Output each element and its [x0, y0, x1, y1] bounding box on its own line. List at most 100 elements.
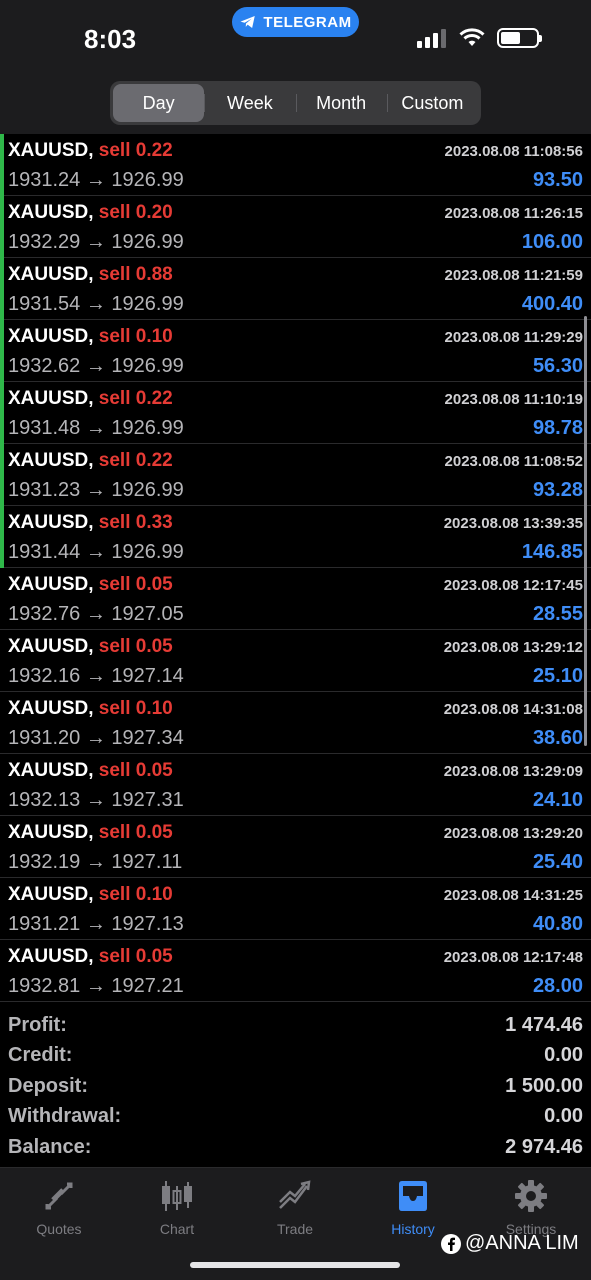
trade-prices: 1932.16 → 1927.14 [8, 665, 184, 687]
symbol-text: XAUUSD, [8, 202, 94, 223]
trade-time: 2023.08.08 12:17:45 [443, 577, 583, 594]
trade-prices: 1932.29 → 1926.99 [8, 231, 184, 253]
trade-row[interactable]: XAUUSD, sell 0.22 1931.24 → 1926.99 2023.0… [0, 134, 591, 196]
trade-time: 2023.08.08 14:31:25 [443, 887, 583, 904]
tab-chart-label: Chart [159, 1221, 195, 1237]
trade-prices: 1931.48 → 1926.99 [8, 417, 184, 439]
trade-row[interactable]: XAUUSD, sell 0.05 1932.81 → 1927.21 2023.0… [0, 940, 591, 1002]
telegram-icon [240, 16, 256, 28]
trade-prices: 1931.44 → 1926.99 [8, 541, 184, 563]
trade-profit: 28.55 [532, 603, 583, 625]
trade-profit: 146.85 [521, 541, 583, 563]
trade-side: sell 0.22 [98, 388, 173, 409]
tab-chart[interactable]: Chart [122, 1178, 232, 1237]
tab-history-label: History [391, 1221, 435, 1237]
symbol-text: XAUUSD, [8, 388, 94, 409]
summary-value: 0.00 [544, 1105, 583, 1128]
watermark-text: @ANNA LIM [465, 1232, 579, 1254]
summary-row: Balance: 2 974.46 [0, 1132, 591, 1163]
trade-row[interactable]: XAUUSD, sell 0.10 1932.62 → 1926.99 2023.0… [0, 320, 591, 382]
summary-label: Deposit: [8, 1074, 88, 1097]
tab-history[interactable]: History [358, 1178, 468, 1237]
symbol-text: XAUUSD, [8, 574, 94, 595]
row-highlight-bar [0, 382, 4, 444]
trade-symbol: XAUUSD, sell 0.20 [8, 202, 173, 224]
summary-label: Balance: [8, 1135, 92, 1158]
trade-row[interactable]: XAUUSD, sell 0.05 1932.16 → 1927.14 2023.0… [0, 630, 591, 692]
symbol-text: XAUUSD, [8, 450, 94, 471]
telegram-return-pill[interactable]: TELEGRAM [232, 7, 359, 37]
trade-time: 2023.08.08 11:08:52 [444, 453, 583, 470]
summary-value: 1 474.46 [505, 1013, 583, 1036]
wifi-icon [459, 28, 485, 46]
trade-side: sell 0.22 [98, 140, 173, 161]
tab-day[interactable]: Day [113, 84, 205, 122]
trade-row[interactable]: XAUUSD, sell 0.22 1931.23 → 1926.99 2023.0… [0, 444, 591, 506]
symbol-text: XAUUSD, [8, 760, 94, 781]
home-indicator[interactable] [190, 1262, 400, 1268]
trade-profit: 25.40 [532, 851, 583, 873]
trade-symbol: XAUUSD, sell 0.05 [8, 822, 173, 844]
trade-prices: 1931.24 → 1926.99 [8, 169, 184, 191]
trade-profit: 56.30 [532, 355, 583, 377]
trade-time: 2023.08.08 12:17:48 [443, 949, 583, 966]
symbol-text: XAUUSD, [8, 140, 94, 161]
row-highlight-bar [0, 134, 4, 196]
trade-time: 2023.08.08 13:39:35 [443, 515, 583, 532]
row-highlight-bar [0, 320, 4, 382]
trade-side: sell 0.10 [98, 698, 173, 719]
trade-row[interactable]: XAUUSD, sell 0.20 1932.29 → 1926.99 2023.0… [0, 196, 591, 258]
trade-symbol: XAUUSD, sell 0.33 [8, 512, 173, 534]
trade-side: sell 0.05 [98, 760, 173, 781]
signal-icon [417, 29, 446, 48]
trade-row[interactable]: XAUUSD, sell 0.22 1931.48 → 1926.99 2023.0… [0, 382, 591, 444]
trade-time: 2023.08.08 11:10:19 [444, 391, 583, 408]
trade-side: sell 0.20 [98, 202, 173, 223]
symbol-text: XAUUSD, [8, 884, 94, 905]
scrollbar[interactable] [584, 316, 587, 746]
row-highlight-bar [0, 196, 4, 258]
tab-month[interactable]: Month [295, 84, 387, 122]
history-inbox-icon [399, 1181, 427, 1211]
tab-settings[interactable]: Settings [476, 1178, 586, 1237]
trade-profit: 106.00 [521, 231, 583, 253]
trade-side: sell 0.10 [98, 884, 173, 905]
trade-symbol: XAUUSD, sell 0.05 [8, 946, 173, 968]
status-time: 8:03 [84, 24, 137, 54]
trade-row[interactable]: XAUUSD, sell 0.05 1932.19 → 1927.11 2023.0… [0, 816, 591, 878]
trade-symbol: XAUUSD, sell 0.05 [8, 636, 173, 658]
status-bar: 8:03 TELEGRAM Day Week Month Custom [0, 0, 591, 134]
summary-value: 1 500.00 [505, 1074, 583, 1097]
trade-profit: 40.80 [532, 913, 583, 935]
tab-quotes[interactable]: Quotes [4, 1178, 114, 1237]
row-highlight-bar [0, 258, 4, 320]
trade-row[interactable]: XAUUSD, sell 0.88 1931.54 → 1926.99 2023.0… [0, 258, 591, 320]
trade-row[interactable]: XAUUSD, sell 0.10 1931.21 → 1927.13 2023.0… [0, 878, 591, 940]
trade-time: 2023.08.08 14:31:08 [443, 701, 583, 718]
trade-row[interactable]: XAUUSD, sell 0.05 1932.76 → 1927.05 2023.0… [0, 568, 591, 630]
summary-row: Deposit: 1 500.00 [0, 1071, 591, 1102]
trade-prices: 1931.23 → 1926.99 [8, 479, 184, 501]
summary-row: Profit: 1 474.46 [0, 1010, 591, 1041]
trade-symbol: XAUUSD, sell 0.10 [8, 698, 173, 720]
trade-profit: 24.10 [532, 789, 583, 811]
tab-custom[interactable]: Custom [386, 84, 478, 122]
trade-history-list: XAUUSD, sell 0.22 1931.24 → 1926.99 2023.0… [0, 134, 591, 1002]
trade-row[interactable]: XAUUSD, sell 0.10 1931.20 → 1927.34 2023.0… [0, 692, 591, 754]
trade-symbol: XAUUSD, sell 0.22 [8, 140, 173, 162]
tab-trade[interactable]: Trade [240, 1178, 350, 1237]
trade-time: 2023.08.08 11:08:56 [444, 143, 583, 160]
tab-quotes-label: Quotes [36, 1221, 82, 1237]
tab-week[interactable]: Week [204, 84, 295, 122]
trade-row[interactable]: XAUUSD, sell 0.05 1932.13 → 1927.31 2023.0… [0, 754, 591, 816]
trade-profit: 38.60 [532, 727, 583, 749]
trade-profit: 93.28 [532, 479, 583, 501]
trade-time: 2023.08.08 13:29:20 [443, 825, 583, 842]
trade-symbol: XAUUSD, sell 0.88 [8, 264, 173, 286]
trade-prices: 1931.21 → 1927.13 [8, 913, 184, 935]
account-summary: Profit: 1 474.46 Credit: 0.00 Deposit: 1 500.… [0, 1010, 591, 1163]
trade-profit: 28.00 [532, 975, 583, 997]
symbol-text: XAUUSD, [8, 698, 94, 719]
period-segmented-control: Day Week Month Custom [110, 81, 481, 125]
trade-row[interactable]: XAUUSD, sell 0.33 1931.44 → 1926.99 2023.0… [0, 506, 591, 568]
